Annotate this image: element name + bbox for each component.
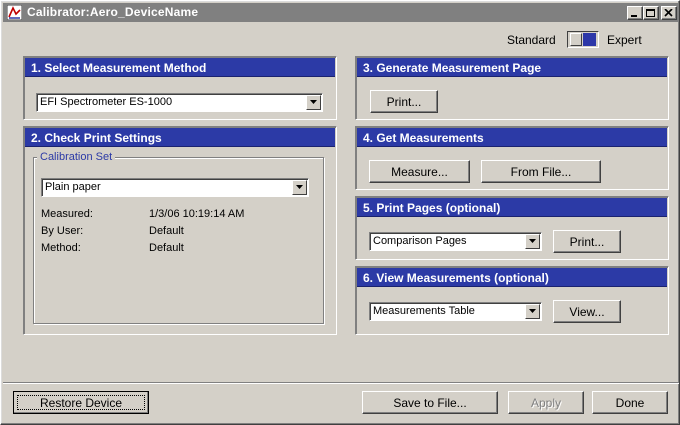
view-measurements-select[interactable]: Measurements Table [369,302,542,321]
section-1-title: 1. Select Measurement Method [25,58,335,77]
minimize-icon [631,15,637,17]
apply-button[interactable]: Apply [508,391,584,414]
chevron-down-icon [529,239,536,243]
method-value: Default [149,242,184,254]
view-button[interactable]: View... [553,300,621,323]
footer-separator [3,382,679,384]
standard-mode-label: Standard [507,33,556,47]
toggle-knob [570,33,582,46]
title-bar[interactable]: Calibrator:Aero_DeviceName [3,3,679,22]
section-view-measurements: 6. View Measurements (optional) [355,266,669,335]
method-label: Method: [41,242,81,254]
generate-print-button[interactable]: Print... [370,90,438,113]
section-6-title: 6. View Measurements (optional) [357,268,667,287]
close-icon [664,9,673,17]
from-file-button[interactable]: From File... [481,160,601,183]
app-icon [7,5,22,20]
section-3-title: 3. Generate Measurement Page [357,58,667,77]
measured-label: Measured: [41,208,93,220]
close-button[interactable] [661,6,677,20]
mode-toggle-switch[interactable] [567,31,599,48]
by-user-label: By User: [41,225,84,237]
view-measurements-value: Measurements Table [373,305,475,317]
dropdown-arrow-button[interactable] [525,304,540,319]
done-button[interactable]: Done [592,391,668,414]
toggle-fill [583,33,596,46]
by-user-value: Default [149,225,184,237]
section-5-title: 5. Print Pages (optional) [357,198,667,217]
restore-device-button[interactable]: Restore Device [13,391,149,414]
print-pages-value: Comparison Pages [373,235,467,247]
measurement-method-value: EFI Spectrometer ES-1000 [40,96,173,108]
window-title: Calibrator:Aero_DeviceName [27,5,199,19]
dropdown-arrow-button[interactable] [292,180,307,195]
chevron-down-icon [310,100,317,104]
print-pages-button[interactable]: Print... [553,230,621,253]
chevron-down-icon [529,309,536,313]
section-4-title: 4. Get Measurements [357,128,667,147]
calibration-set-label: Calibration Set [37,151,116,163]
minimize-button[interactable] [627,6,643,20]
expert-mode-label: Expert [607,33,642,47]
print-pages-select[interactable]: Comparison Pages [369,232,542,251]
chevron-down-icon [296,185,303,189]
save-to-file-button[interactable]: Save to File... [362,391,498,414]
calibration-set-value: Plain paper [45,181,101,193]
maximize-icon [646,9,655,17]
measured-value: 1/3/06 10:19:14 AM [149,208,245,220]
measure-button[interactable]: Measure... [369,160,470,183]
maximize-button[interactable] [643,6,659,20]
section-2-title: 2. Check Print Settings [25,128,335,147]
focus-ring [17,395,145,410]
calibration-set-select[interactable]: Plain paper [41,178,309,197]
calibrator-window: Calibrator:Aero_DeviceName Standard Expe… [0,0,680,425]
dropdown-arrow-button[interactable] [525,234,540,249]
dropdown-arrow-button[interactable] [306,95,321,110]
measurement-method-select[interactable]: EFI Spectrometer ES-1000 [36,93,323,112]
